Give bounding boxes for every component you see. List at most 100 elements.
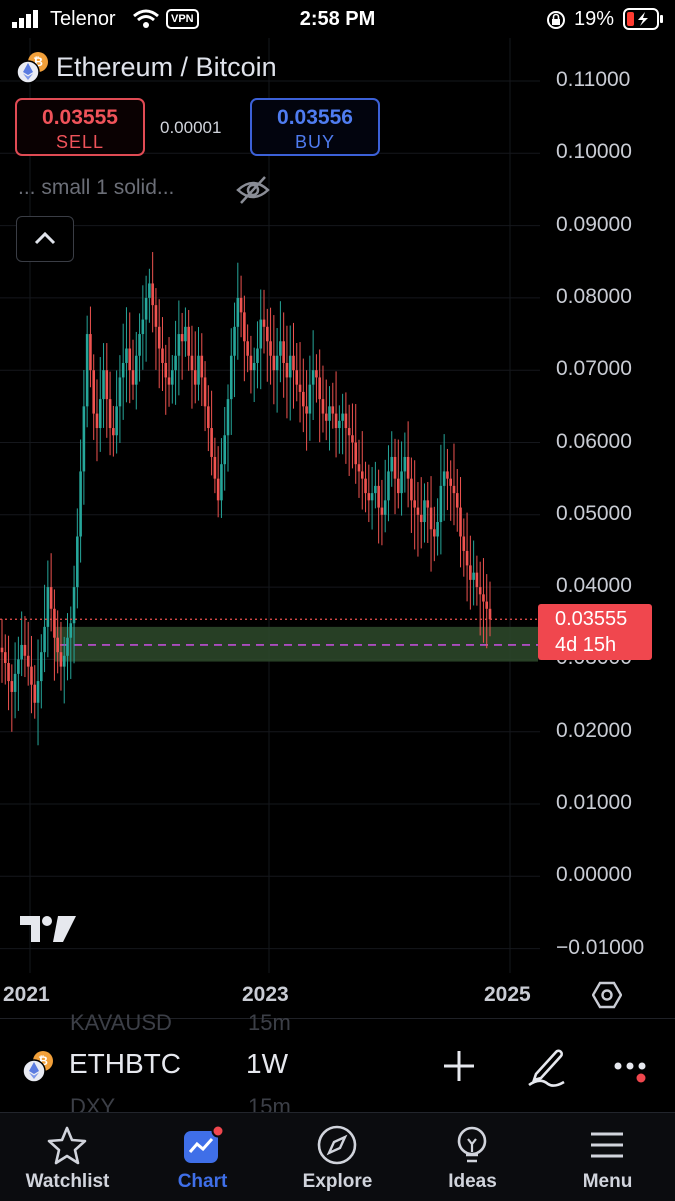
candle-body <box>305 406 308 414</box>
candle-body <box>13 673 17 692</box>
more-options-icon[interactable] <box>612 1056 652 1086</box>
candle-body <box>138 334 141 356</box>
tab-explore[interactable]: Explore <box>270 1113 405 1201</box>
candle-body <box>488 608 492 620</box>
candle-body <box>275 355 279 371</box>
sell-button[interactable]: 0.03555 SELL <box>15 98 145 156</box>
candle-body <box>177 334 181 356</box>
candle-body <box>79 471 82 537</box>
candle-body <box>436 522 439 537</box>
candle-body <box>252 362 256 371</box>
candle-body <box>193 370 197 385</box>
candle-body <box>390 456 394 472</box>
candle-body <box>328 406 331 421</box>
candle-body <box>478 587 482 595</box>
candle-body <box>318 377 321 400</box>
battery-icon <box>623 8 663 30</box>
candle-body <box>357 464 361 472</box>
y-tick: 0.10000 <box>556 140 632 164</box>
candle-body <box>367 493 371 501</box>
candle-body <box>62 655 66 667</box>
candle-body <box>246 341 249 356</box>
sell-price: 0.03555 <box>42 106 118 129</box>
candle-body <box>82 406 86 472</box>
tab-ideas[interactable]: Ideas <box>405 1113 540 1201</box>
battery-percent: 19% <box>574 8 615 30</box>
y-tick: 0.05000 <box>556 501 632 525</box>
star-icon <box>47 1126 87 1165</box>
candle-body <box>298 384 302 392</box>
candle-body <box>134 355 138 385</box>
tradingview-logo <box>20 916 76 942</box>
candle-body <box>223 435 227 465</box>
candle-body <box>131 370 135 385</box>
candle-body <box>308 384 312 414</box>
candle-body <box>396 478 400 494</box>
add-icon[interactable] <box>441 1048 477 1084</box>
candle-body <box>36 681 40 703</box>
candle-body <box>102 370 105 400</box>
y-tick: 0.11000 <box>556 68 631 91</box>
tab-menu[interactable]: Menu <box>540 1113 675 1201</box>
candle-body <box>387 471 390 501</box>
last-price: 0.03555 <box>555 608 628 630</box>
y-tick: 0.04000 <box>556 574 632 598</box>
candle-body <box>69 623 73 638</box>
candle-body <box>210 428 213 457</box>
collapse-legend-button[interactable] <box>16 216 74 262</box>
candle-body <box>485 601 489 609</box>
candle-body <box>315 370 318 378</box>
candle-body <box>295 370 299 385</box>
eye-off-icon[interactable] <box>235 174 271 206</box>
candle-body <box>108 399 112 429</box>
candle-body <box>180 334 184 342</box>
candle-body <box>203 377 207 407</box>
candle-body <box>433 529 436 537</box>
candle-body <box>302 391 305 407</box>
buy-button[interactable]: 0.03556 BUY <box>250 98 380 156</box>
candle-body <box>17 659 20 674</box>
candle-body <box>364 478 367 494</box>
candle-body <box>76 536 79 588</box>
candle-body <box>410 478 413 501</box>
candle-body <box>125 348 128 363</box>
y-tick: 0.00000 <box>556 863 632 887</box>
chart-settings-icon[interactable] <box>592 980 622 1010</box>
candle-body <box>187 326 190 356</box>
candle-body <box>256 348 259 363</box>
candle-body <box>207 406 210 429</box>
candle-body <box>197 355 200 385</box>
tab-watchlist[interactable]: Watchlist <box>0 1113 135 1201</box>
candle-body <box>30 666 33 685</box>
candle-body <box>249 355 253 371</box>
candle-body <box>449 478 452 486</box>
drawing-tools-icon[interactable] <box>526 1044 568 1088</box>
candle-body <box>292 355 295 371</box>
interval-selector[interactable]: 1W <box>246 1048 288 1080</box>
symbol-selector[interactable]: ETHBTC <box>69 1048 181 1080</box>
indicator-legend[interactable]: ... small 1 solid... <box>18 176 174 200</box>
candle-body <box>380 507 384 515</box>
candle-body <box>462 536 466 551</box>
x-tick: 2025 <box>484 983 531 1006</box>
candle-body <box>406 456 410 479</box>
lightbulb-icon <box>457 1126 487 1163</box>
candle-body <box>95 413 99 429</box>
candle-body <box>236 297 240 327</box>
tab-label: Explore <box>302 1171 373 1192</box>
candle-body <box>115 406 118 436</box>
candle-body <box>3 652 7 664</box>
candle-body <box>288 355 292 378</box>
chevron-up-icon <box>34 231 56 245</box>
symbol-title[interactable]: Ethereum / Bitcoin <box>56 52 277 83</box>
ghost-watchlist-symbol: KAVAUSD <box>70 1010 172 1035</box>
candle-body <box>347 428 351 436</box>
candle-body <box>89 334 92 371</box>
tab-chart[interactable]: Chart <box>135 1113 270 1201</box>
candle-body <box>455 493 459 508</box>
spread-value: 0.00001 <box>160 118 222 137</box>
candle-body <box>265 326 269 342</box>
candle-body <box>426 500 430 508</box>
candle-body <box>33 684 37 703</box>
candle-body <box>216 478 220 501</box>
